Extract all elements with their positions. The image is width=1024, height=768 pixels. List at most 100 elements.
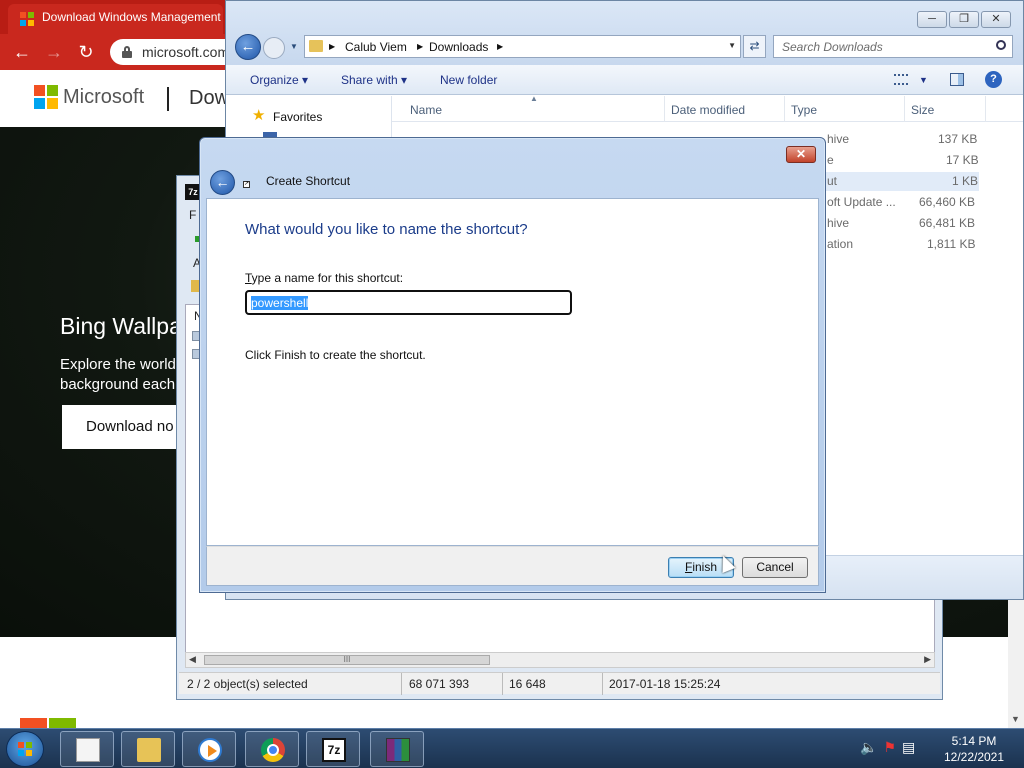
back-button[interactable]: ← — [235, 34, 261, 60]
file-type[interactable]: hive — [827, 132, 849, 146]
taskbar-notepad[interactable] — [60, 731, 114, 767]
shortcut-name-input[interactable] — [244, 289, 573, 316]
taskbar: 7z 🔈 ⚑ ▤ 5:14 PM 12/22/2021 — [0, 728, 1024, 768]
caption-buttons: ─ ❐ ✕ — [917, 11, 1011, 29]
taskbar-explorer[interactable] — [121, 731, 175, 767]
winrar-icon — [386, 738, 410, 762]
action-center-icon[interactable]: ⚑ — [883, 739, 896, 755]
preview-pane-icon[interactable] — [950, 73, 964, 86]
horizontal-scrollbar[interactable]: ◀ III ▶ — [185, 652, 935, 668]
file-type[interactable]: ation — [827, 237, 853, 251]
page-title: Dow — [189, 87, 230, 109]
nav-item-favorites[interactable]: Favorites — [273, 110, 322, 124]
sort-ascending-icon: ▲ — [530, 94, 538, 103]
forward-button[interactable] — [263, 37, 285, 59]
lock-icon — [122, 46, 132, 58]
media-player-icon — [198, 738, 222, 762]
file-size[interactable]: 66,460 KB — [919, 195, 975, 209]
column-size[interactable]: Size — [911, 103, 934, 117]
organize-button[interactable]: Organize ▾ — [250, 73, 308, 87]
favorites-star-icon: ★ — [252, 107, 266, 124]
scroll-thumb[interactable]: III — [204, 655, 490, 665]
create-shortcut-dialog: ✕ ← ↗ Create Shortcut What would you lik… — [199, 137, 826, 593]
command-bar: Organize ▾ Share with ▾ New folder ▼ ? — [226, 65, 1023, 95]
column-name[interactable]: Name — [410, 103, 442, 117]
file-type[interactable]: oft Update ... — [827, 195, 896, 209]
volume-icon[interactable]: 🔈 — [860, 739, 877, 755]
recent-pages-chevron-icon[interactable]: ▼ — [290, 42, 298, 51]
breadcrumb-chevron-icon[interactable]: ▶ — [329, 42, 335, 51]
taskbar-winrar[interactable] — [370, 731, 424, 767]
share-with-label: Share with — [341, 73, 398, 87]
help-icon[interactable]: ? — [985, 71, 1002, 88]
address-dropdown-icon[interactable]: ▼ — [728, 41, 736, 50]
windows-logo-icon — [18, 742, 32, 756]
taskbar-7zip[interactable]: 7z — [306, 731, 360, 767]
view-options-chevron-icon[interactable]: ▼ — [919, 75, 928, 85]
forward-arrow-icon[interactable]: → — [42, 40, 66, 64]
clock-time: 5:14 PM — [951, 734, 997, 748]
taskbar-media-player[interactable] — [182, 731, 236, 767]
close-button[interactable]: ✕ — [981, 11, 1011, 28]
brand-name[interactable]: Microsoft — [63, 86, 144, 109]
browser-tab-title: Download Windows Management — [42, 10, 221, 24]
column-header: ▲ Name Date modified Type Size — [392, 94, 1023, 122]
minimize-button[interactable]: ─ — [917, 11, 947, 28]
shortcut-name-label: Type a name for this shortcut: — [245, 271, 403, 285]
download-now-button[interactable]: Download no — [62, 405, 182, 449]
file-type[interactable]: hive — [827, 216, 849, 230]
status-packed: 16 648 — [509, 677, 546, 691]
search-input[interactable]: Search Downloads — [773, 35, 1013, 58]
chrome-icon — [261, 738, 285, 762]
7zip-menu-file[interactable]: F — [189, 208, 196, 222]
color-tiles — [20, 718, 76, 728]
explorer-address-bar[interactable]: ▶ Calub Viem ▶ Downloads ▶ ▼ — [304, 35, 741, 58]
share-with-button[interactable]: Share with ▾ — [341, 73, 407, 87]
file-size[interactable]: 66,481 KB — [919, 216, 975, 230]
column-type[interactable]: Type — [791, 103, 817, 117]
breadcrumb-downloads[interactable]: Downloads — [429, 40, 488, 54]
scroll-down-arrow-icon[interactable]: ▼ — [1011, 714, 1020, 724]
restore-button[interactable]: ❐ — [949, 11, 979, 28]
scroll-left-arrow-icon[interactable]: ◀ — [189, 654, 196, 665]
document-icon — [76, 738, 100, 762]
network-icon[interactable]: ▤ — [902, 739, 915, 755]
refresh-icon[interactable]: ⇄ — [743, 35, 766, 58]
breadcrumb-user[interactable]: Calub Viem — [345, 40, 407, 54]
7zip-icon: 7z — [322, 738, 346, 762]
close-button[interactable]: ✕ — [786, 146, 816, 163]
breadcrumb-chevron-icon[interactable]: ▶ — [497, 42, 503, 51]
search-icon[interactable] — [996, 40, 1006, 50]
status-size: 68 071 393 — [409, 677, 470, 691]
browser-tab[interactable]: Download Windows Management — [8, 4, 223, 34]
dialog-title: Create Shortcut — [266, 174, 351, 188]
file-size[interactable]: 1 KB — [952, 174, 978, 188]
column-date-modified[interactable]: Date modified — [671, 103, 745, 117]
breadcrumb-chevron-icon[interactable]: ▶ — [417, 42, 423, 51]
status-selected: 2 / 2 object(s) selected — [187, 677, 308, 691]
reload-icon[interactable]: ↻ — [74, 40, 98, 64]
back-arrow-icon[interactable]: ← — [10, 40, 34, 64]
start-button[interactable] — [6, 731, 44, 767]
folder-icon — [137, 738, 161, 762]
file-type[interactable]: ut — [827, 174, 837, 188]
file-type[interactable]: e — [827, 153, 834, 167]
file-size[interactable]: 1,811 KB — [927, 237, 975, 251]
wizard-heading: What would you like to name the shortcut… — [245, 221, 528, 238]
new-folder-button[interactable]: New folder — [440, 73, 497, 87]
change-view-icon[interactable] — [894, 74, 908, 85]
system-tray: 🔈 ⚑ ▤ — [860, 739, 921, 756]
file-size[interactable]: 17 KB — [946, 153, 979, 167]
file-size[interactable]: 137 KB — [938, 132, 977, 146]
folder-icon — [309, 40, 323, 52]
microsoft-logo-icon[interactable] — [34, 85, 58, 109]
search-placeholder: Search Downloads — [782, 40, 883, 54]
wizard-content: What would you like to name the shortcut… — [206, 198, 819, 546]
address-bar-url: microsoft.com — [142, 44, 230, 60]
wizard-back-button[interactable]: ← — [210, 170, 235, 195]
cancel-button[interactable]: Cancel — [742, 557, 808, 578]
explorer-title-frame: ─ ❐ ✕ ← ▼ ▶ Calub Viem ▶ Downloads ▶ ▼ ⇄… — [226, 1, 1023, 65]
taskbar-chrome[interactable] — [245, 731, 299, 767]
clock[interactable]: 5:14 PM 12/22/2021 — [936, 733, 1012, 765]
scroll-right-arrow-icon[interactable]: ▶ — [924, 654, 931, 665]
